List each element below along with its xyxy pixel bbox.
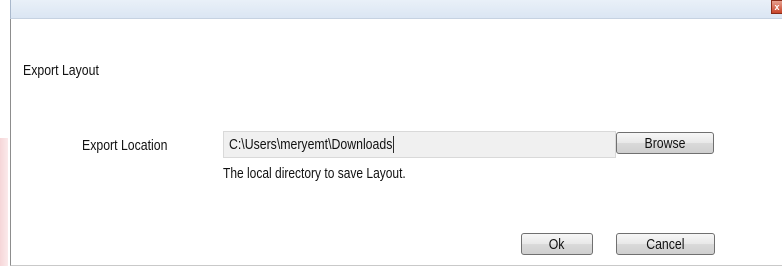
location-hint: The local directory to save Layout. bbox=[223, 165, 406, 182]
browse-button-label: Browse bbox=[644, 134, 686, 152]
export-layout-dialog: Export Layout Export Location C:\Users\m… bbox=[10, 19, 782, 266]
dialog-title: Export Layout bbox=[23, 62, 99, 79]
ok-button-label: Ok bbox=[549, 235, 565, 253]
text-caret bbox=[393, 136, 394, 154]
close-icon[interactable]: x bbox=[771, 0, 782, 14]
window-titlebar[interactable]: x bbox=[10, 0, 782, 19]
cancel-button[interactable]: Cancel bbox=[616, 233, 715, 255]
browse-button[interactable]: Browse bbox=[616, 132, 714, 154]
screen: x Export Layout Export Location C:\Users… bbox=[0, 0, 782, 266]
cancel-button-label: Cancel bbox=[646, 235, 685, 253]
background-window-edge bbox=[0, 138, 8, 266]
export-location-input[interactable]: C:\Users\meryemt\Downloads bbox=[223, 131, 616, 158]
ok-button[interactable]: Ok bbox=[521, 233, 593, 255]
export-location-label: Export Location bbox=[82, 137, 168, 154]
export-location-value: C:\Users\meryemt\Downloads bbox=[229, 135, 394, 154]
